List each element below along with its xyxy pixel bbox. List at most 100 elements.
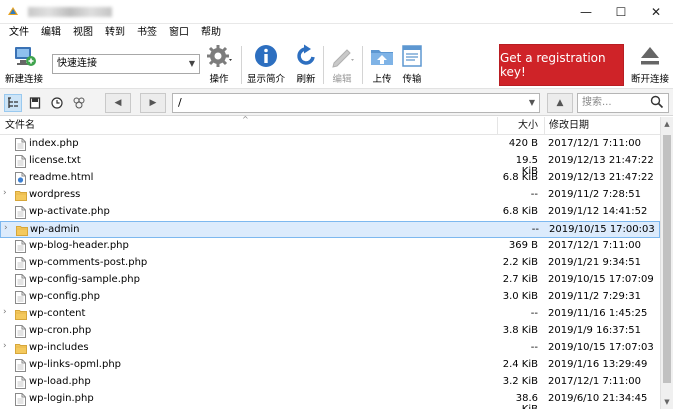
bonjour-view-button[interactable] [70, 94, 88, 112]
chevron-down-icon: ▼ [528, 98, 535, 107]
file-row[interactable]: readme.html 6.8 KiB 2019/12/13 21:47:22 [0, 170, 660, 187]
edit-button[interactable]: 编辑 [326, 44, 358, 85]
file-row[interactable]: › wp-admin -- 2019/10/15 17:00:03 [0, 221, 660, 238]
file-row[interactable]: wp-cron.php 3.8 KiB 2019/1/9 16:37:51 [0, 323, 660, 340]
window-title-blurred [28, 7, 112, 17]
new-connection-label: 新建连接 [4, 74, 43, 85]
file-icon [15, 376, 26, 389]
file-modified-date: 2019/1/16 13:29:49 [548, 359, 648, 370]
scroll-up-icon[interactable]: ▲ [661, 117, 673, 131]
forward-button[interactable]: ▶ [140, 93, 166, 113]
file-size: 2.4 KiB [502, 359, 538, 370]
upload-button[interactable]: 上传 [367, 44, 397, 85]
search-placeholder: 搜索... [582, 97, 612, 108]
new-connection-icon [15, 47, 36, 66]
file-icon [15, 240, 26, 253]
path-select[interactable]: / ▼ [172, 93, 540, 113]
menu-edit[interactable]: 编辑 [35, 24, 67, 42]
file-modified-date: 2017/12/1 7:11:00 [548, 240, 642, 251]
file-name: wp-comments-post.php [29, 257, 148, 268]
file-modified-date: 2019/10/15 17:07:09 [548, 274, 654, 285]
file-icon [15, 359, 26, 372]
file-modified-date: 2017/12/1 7:11:00 [548, 376, 642, 387]
title-bar: — ☐ ✕ [0, 0, 673, 24]
column-header-modified[interactable]: 修改日期 [544, 117, 660, 135]
file-row[interactable]: wp-login.php 38.6 KiB 2019/6/10 21:34:45 [0, 391, 660, 409]
file-modified-date: 2019/1/21 9:34:51 [548, 257, 642, 268]
parent-directory-button[interactable]: ▲ [547, 93, 573, 113]
file-name: wp-config.php [29, 291, 100, 302]
file-size: 420 B [508, 138, 538, 149]
file-modified-date: 2019/11/2 7:29:31 [548, 291, 642, 302]
file-name: index.php [29, 138, 79, 149]
menu-help[interactable]: 帮助 [195, 24, 227, 42]
arrow-left-icon: ◀ [114, 98, 122, 108]
transfer-icon [402, 45, 422, 67]
refresh-button[interactable]: 刷新 [292, 44, 320, 85]
new-connection-button[interactable]: 新建连接 [2, 44, 46, 85]
file-row[interactable]: wp-links-opml.php 2.4 KiB 2019/1/16 13:29:… [0, 357, 660, 374]
path-value: / [178, 96, 182, 109]
browser-view-button[interactable] [4, 94, 22, 112]
file-list-header: ^ 文件名 大小 修改日期 [0, 115, 660, 135]
expand-chevron-icon[interactable]: › [3, 307, 7, 317]
file-name: wp-blog-header.php [29, 240, 129, 251]
info-label: 显示简介 [246, 74, 285, 85]
menu-view[interactable]: 视图 [67, 24, 99, 42]
quick-connect-select[interactable]: 快速连接 ▼ [52, 54, 200, 74]
bookmarks-view-button[interactable] [26, 94, 44, 112]
file-row[interactable]: index.php 420 B 2017/12/1 7:11:00 [0, 136, 660, 153]
column-header-name[interactable]: 文件名 [5, 117, 35, 135]
file-row[interactable]: wp-activate.php 6.8 KiB 2019/1/12 14:41:52 [0, 204, 660, 221]
disconnect-label: 断开连接 [630, 74, 669, 85]
file-icon [15, 291, 26, 304]
file-row[interactable]: › wp-content -- 2019/11/16 1:45:25 [0, 306, 660, 323]
scrollbar-thumb[interactable] [663, 135, 671, 383]
file-size: -- [530, 189, 538, 200]
column-header-size[interactable]: 大小 [497, 117, 541, 135]
menu-window[interactable]: 窗口 [163, 24, 195, 42]
expand-chevron-icon[interactable]: › [3, 341, 7, 351]
search-input[interactable]: 搜索... [577, 93, 669, 113]
action-button[interactable]: 操作 [203, 44, 235, 85]
clock-icon [51, 97, 63, 109]
registration-key-button[interactable]: Get a registration key! [499, 44, 624, 86]
file-name: wordpress [29, 189, 81, 200]
expand-chevron-icon[interactable]: › [3, 188, 7, 198]
file-row[interactable]: wp-config-sample.php 2.7 KiB 2019/10/15 17… [0, 272, 660, 289]
file-row[interactable]: wp-load.php 3.2 KiB 2017/12/1 7:11:00 [0, 374, 660, 391]
file-modified-date: 2019/10/15 17:07:03 [548, 342, 654, 353]
file-row[interactable]: wp-config.php 3.0 KiB 2019/11/2 7:29:31 [0, 289, 660, 306]
file-name: wp-content [29, 308, 86, 319]
file-size: -- [530, 308, 538, 319]
bonjour-icon [73, 97, 85, 109]
file-name: wp-includes [29, 342, 89, 353]
scroll-down-icon[interactable]: ▼ [661, 395, 673, 409]
file-row[interactable]: wp-comments-post.php 2.2 KiB 2019/1/21 9:3… [0, 255, 660, 272]
file-size: 3.0 KiB [502, 291, 538, 302]
file-row[interactable]: › wordpress -- 2019/11/2 7:28:51 [0, 187, 660, 204]
file-name: wp-load.php [29, 376, 91, 387]
close-button[interactable]: ✕ [639, 0, 673, 24]
file-row[interactable]: license.txt 19.5 KiB 2019/12/13 21:47:22 [0, 153, 660, 177]
minimize-button[interactable]: — [569, 0, 603, 24]
info-icon [255, 45, 277, 67]
info-button[interactable]: 显示简介 [245, 44, 287, 85]
menu-bookmarks[interactable]: 书签 [131, 24, 163, 42]
disconnect-button[interactable]: 断开连接 [629, 44, 671, 85]
file-row[interactable]: wp-blog-header.php 369 B 2017/12/1 7:11:00 [0, 238, 660, 255]
transfer-button[interactable]: 传输 [398, 44, 426, 85]
maximize-button[interactable]: ☐ [604, 0, 638, 24]
sort-ascending-icon: ^ [242, 115, 249, 124]
expand-chevron-icon[interactable]: › [4, 223, 8, 233]
vertical-scrollbar[interactable]: ▲ ▼ [660, 117, 673, 409]
file-row[interactable]: › wp-includes -- 2019/10/15 17:07:03 [0, 340, 660, 357]
file-list: index.php 420 B 2017/12/1 7:11:00 license.t… [0, 136, 660, 409]
back-button[interactable]: ◀ [105, 93, 131, 113]
quick-connect-value: 快速连接 [57, 58, 97, 69]
file-modified-date: 2019/10/15 17:00:03 [549, 224, 655, 235]
menu-file[interactable]: 文件 [3, 24, 35, 42]
file-icon [15, 155, 26, 168]
history-view-button[interactable] [48, 94, 66, 112]
menu-go[interactable]: 转到 [99, 24, 131, 42]
